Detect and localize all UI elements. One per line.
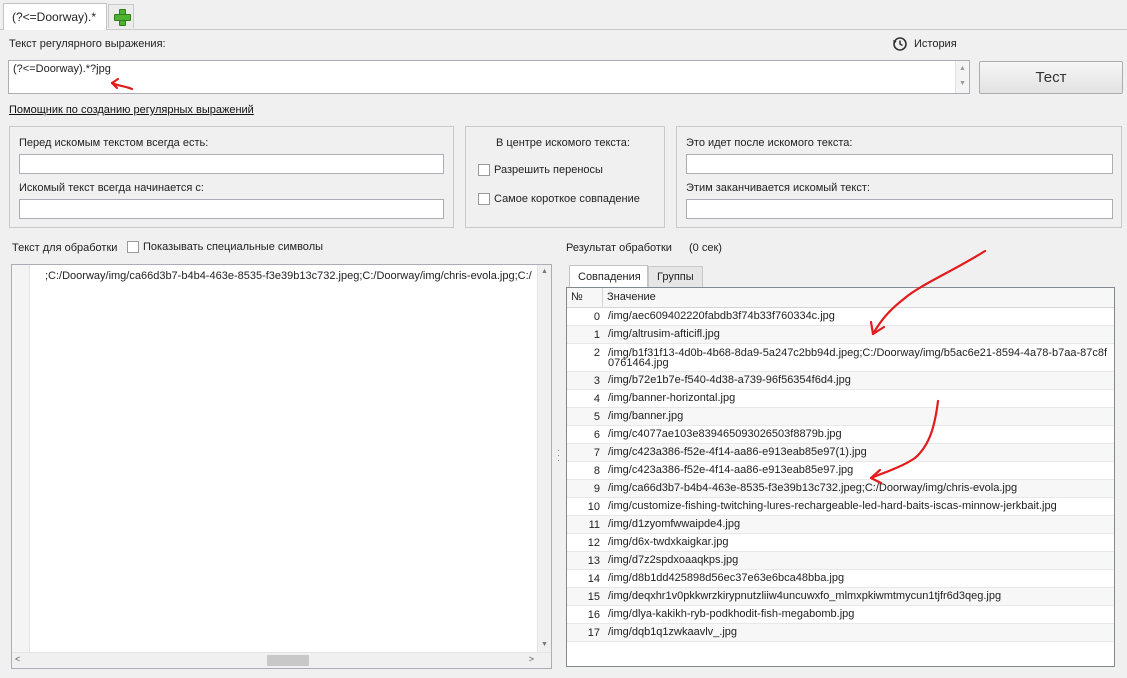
annotation-arrow-row-9	[869, 399, 940, 480]
annotation-arrow-row-2	[871, 249, 987, 336]
annotation-overlay	[110, 77, 987, 485]
